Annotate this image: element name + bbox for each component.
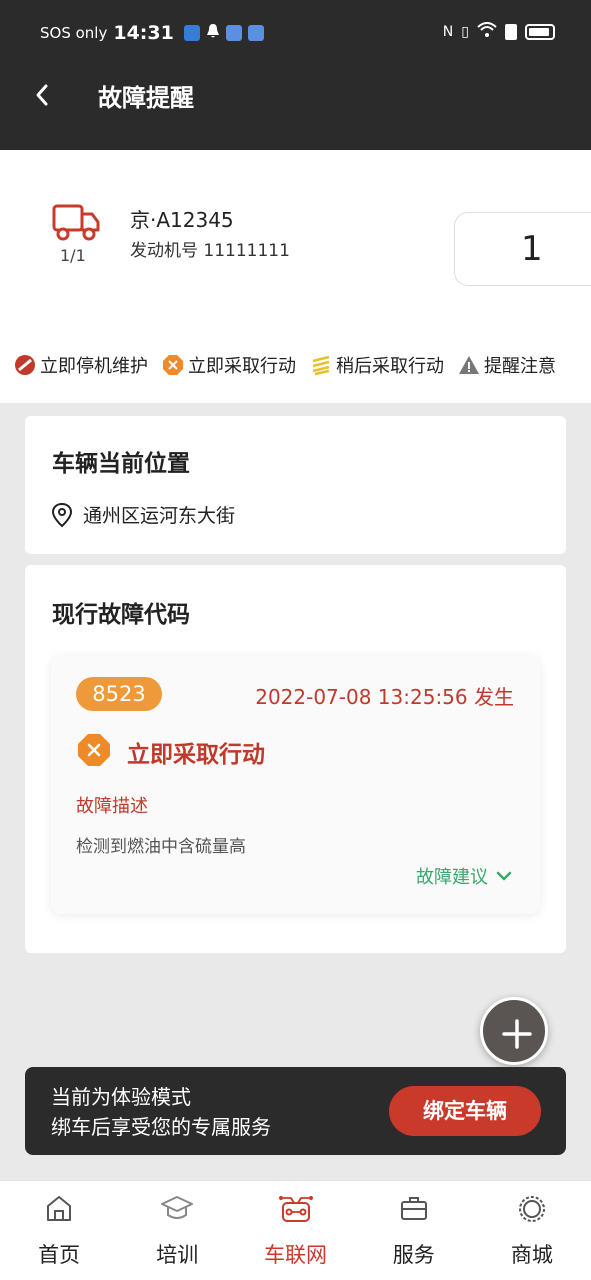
- nav-item-training[interactable]: 培训: [118, 1181, 236, 1280]
- status-bar: SOS only 14:31 N ▯: [0, 0, 591, 66]
- graduation-cap-icon: [161, 1196, 194, 1219]
- nav-item-service[interactable]: 服务: [355, 1181, 473, 1280]
- fault-count: 1: [521, 229, 543, 269]
- plus-icon: [502, 1019, 532, 1049]
- banner-line-1: 当前为体验模式: [51, 1085, 191, 1109]
- mic-icon: [247, 25, 264, 41]
- briefcase-icon: [400, 1197, 427, 1220]
- legend-item-notice: 提醒注意: [458, 352, 556, 378]
- fault-advice-toggle[interactable]: 故障建议: [416, 863, 512, 889]
- location-card: 车辆当前位置 通州区运河东大街: [25, 416, 566, 554]
- location-address: 通州区运河东大街: [83, 505, 236, 527]
- vibrate-icon: ▯: [461, 24, 469, 40]
- warning-triangle-icon: [459, 356, 479, 374]
- location-title: 车辆当前位置: [52, 451, 190, 477]
- bind-vehicle-button[interactable]: 绑定车辆: [389, 1086, 541, 1136]
- battery-icon: [525, 24, 555, 40]
- page-title: 故障提醒: [98, 84, 194, 112]
- octagon-x-icon: [78, 734, 110, 766]
- chevron-down-icon: [496, 871, 512, 881]
- fault-count-box[interactable]: 1: [454, 212, 591, 286]
- fault-title: 现行故障代码: [52, 602, 190, 628]
- nav-item-home[interactable]: 首页: [0, 1181, 118, 1280]
- fault-card: 现行故障代码 8523 2022-07-08 13:25:56 发生 立即采取行…: [25, 565, 566, 953]
- banner-line-2: 绑车后享受您的专属服务: [51, 1115, 271, 1139]
- top-bar: SOS only 14:31 N ▯ 故障提醒: [0, 0, 591, 150]
- clock: 14:31: [113, 22, 174, 44]
- octagon-x-icon: [163, 355, 183, 375]
- home-icon: [47, 1196, 72, 1221]
- fault-description-text: 检测到燃油中含硫量高: [76, 837, 246, 857]
- nfc-icon: N: [442, 24, 454, 40]
- wifi-icon: [477, 22, 497, 42]
- legend-item-stop: 立即停机维护: [14, 352, 148, 378]
- connected-car-icon: [278, 1196, 313, 1222]
- severity-legend: 立即停机维护 立即采取行动 稍后采取行动 提醒注意: [14, 352, 556, 378]
- bottom-nav: 首页 培训 车联网 服务 商城: [0, 1180, 591, 1280]
- nav-item-telematics[interactable]: 车联网: [236, 1181, 354, 1280]
- bell-icon: [206, 23, 220, 43]
- alert-icon: [505, 24, 517, 40]
- trial-mode-banner: 当前为体验模式 绑车后享受您的专属服务 绑定车辆: [25, 1067, 566, 1155]
- gear-icon: [518, 1196, 545, 1222]
- legend-item-act-now: 立即采取行动: [162, 352, 296, 378]
- stop-icon: [15, 355, 35, 375]
- truck-icon: [52, 204, 100, 241]
- vehicle-count: 1/1: [60, 246, 86, 265]
- fault-advice-label: 故障建议: [416, 867, 488, 888]
- map-pin-icon: [51, 502, 73, 528]
- carrier-text: SOS only: [40, 24, 108, 42]
- fault-time: 2022-07-08 13:25:56 发生: [255, 685, 514, 709]
- chevron-left-icon[interactable]: [28, 80, 58, 110]
- nav-item-shop[interactable]: 商城: [473, 1181, 591, 1280]
- add-button[interactable]: [480, 997, 548, 1065]
- fault-item[interactable]: 8523 2022-07-08 13:25:56 发生 立即采取行动 故障描述 …: [51, 655, 540, 914]
- stripes-icon: [312, 355, 330, 376]
- legend-item-act-later: 稍后采取行动: [310, 352, 444, 378]
- mail-icon: [225, 25, 242, 41]
- header: 故障提醒: [0, 66, 591, 150]
- shield-icon: [183, 25, 200, 41]
- fault-severity-label: 立即采取行动: [127, 742, 265, 768]
- fault-description-label: 故障描述: [76, 796, 148, 817]
- vehicle-card[interactable]: 1/1 京·A12345 发动机号 11111111 1 立即停机维护 立即采取…: [0, 150, 591, 403]
- license-plate: 京·A12345: [130, 208, 234, 232]
- fault-code-badge: 8523: [76, 677, 162, 711]
- engine-number: 发动机号 11111111: [130, 241, 290, 261]
